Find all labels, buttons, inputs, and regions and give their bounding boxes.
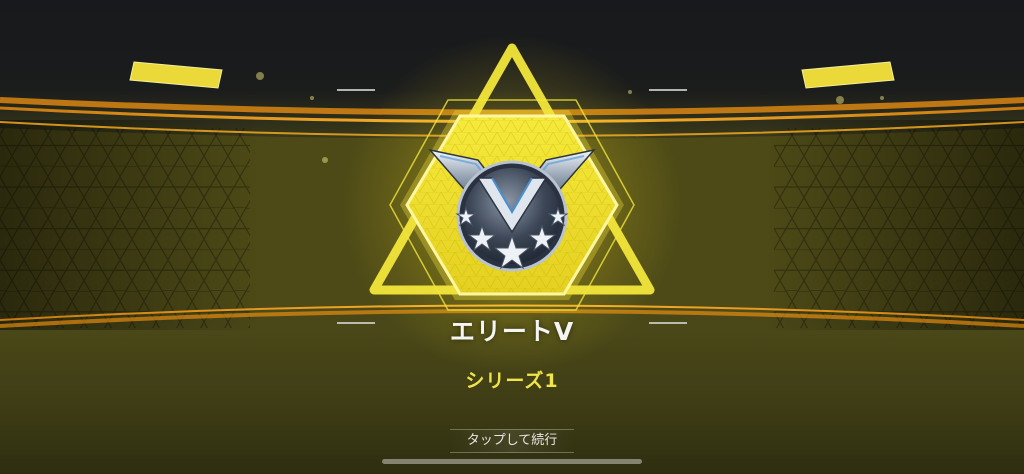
tap-to-continue-button[interactable]: タップして続行 — [450, 429, 574, 453]
rank-up-screen[interactable]: エリートⅤ シリーズ1 タップして続行 — [0, 0, 1024, 474]
home-indicator[interactable] — [382, 459, 642, 464]
season-label: シリーズ1 — [465, 370, 559, 392]
rank-title: エリートⅤ — [449, 317, 575, 346]
rank-background-art — [0, 35, 1024, 375]
